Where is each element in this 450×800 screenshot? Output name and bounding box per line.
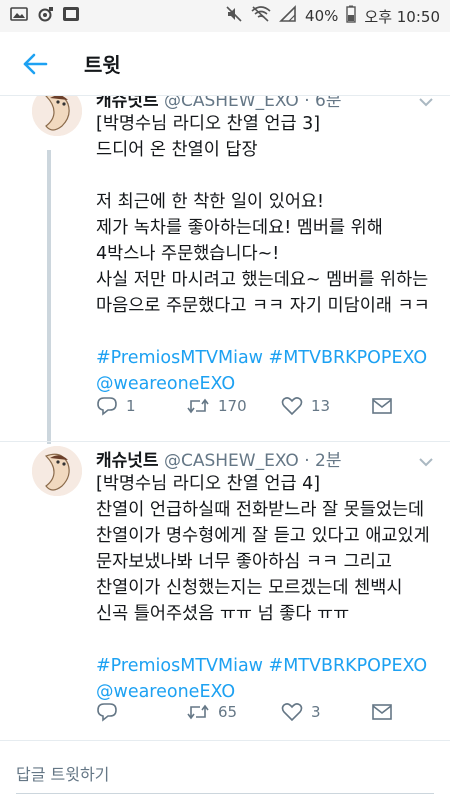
reply-input-underline [16, 793, 434, 794]
reply-button[interactable]: 1 [96, 396, 186, 416]
retweet-button[interactable]: 170 [186, 396, 281, 416]
reply-icon [97, 703, 117, 722]
tweet-line: [박명수님 라디오 찬열 언급 3] [96, 114, 321, 134]
app-icon [62, 6, 80, 26]
tweet-line: 신곡 틀어주셨음 ㅠㅠ 넘 좋다 ㅠㅠ [96, 604, 350, 624]
like-count: 13 [311, 397, 331, 415]
chevron-down-icon [419, 458, 433, 467]
tweet-line: 제가 녹차를 좋아하는데요! 멤버를 위해 [96, 218, 383, 238]
avatar[interactable] [32, 96, 82, 136]
tweet-header: 캐슈넛트 @CASHEW_EXO · 6분 [96, 96, 430, 111]
hashtag-link[interactable]: #PremiosMTVMiaw #MTVBRKPOPEXO [96, 345, 430, 371]
author-name[interactable]: 캐슈넛트 [96, 96, 159, 111]
heart-icon [281, 703, 303, 722]
tweet-text: [박명수님 라디오 찬열 언급 3] 드디어 온 찬열이 답장 저 최근에 한 … [96, 111, 430, 397]
chevron-down-icon [419, 98, 433, 107]
reply-button[interactable] [96, 702, 186, 722]
retweet-icon [187, 704, 209, 720]
tweet-line: 드디어 온 찬열이 답장 [96, 140, 258, 160]
tweet-2[interactable]: 캐슈넛트 @CASHEW_EXO · 2분 [박명수님 라디오 찬열 언급 4]… [0, 446, 450, 736]
battery-icon [346, 5, 357, 27]
reply-composer: 답글 트윗하기 [0, 740, 450, 800]
camera-icon [36, 6, 54, 26]
tweet-body: 캐슈넛트 @CASHEW_EXO · 6분 [박명수님 라디오 찬열 언급 3]… [96, 96, 430, 397]
mail-icon [372, 398, 392, 414]
tweet-line [96, 163, 430, 189]
tweet-line: 저 최근에 한 착한 일이 있어요! [96, 192, 325, 212]
thread-line [47, 150, 51, 444]
tweet-menu-button[interactable] [418, 96, 434, 110]
separator-dot: · [304, 96, 310, 111]
app-bar: 트윗 [0, 32, 450, 96]
tweet-text: [박명수님 라디오 찬열 언급 4] 찬열이 언급하실때 전화받느라 잘 못들었… [96, 471, 430, 705]
status-bar-left [10, 6, 80, 26]
tweet-spacer [96, 319, 430, 345]
wifi-off-icon [251, 5, 271, 27]
signal-icon [279, 5, 297, 27]
tweet-menu-button[interactable] [418, 454, 434, 470]
heart-icon [281, 397, 303, 416]
tweet-spacer [96, 627, 430, 653]
battery-percent: 40% [305, 7, 339, 25]
like-button[interactable]: 3 [281, 702, 371, 722]
author-name[interactable]: 캐슈넛트 [96, 451, 159, 471]
avatar[interactable] [32, 446, 82, 496]
tweet-time: 6분 [315, 96, 342, 111]
tweet-feed[interactable]: 캐슈넛트 @CASHEW_EXO · 6분 [박명수님 라디오 찬열 언급 3]… [0, 96, 450, 740]
tweet-line: 사실 저만 마시려고 했는데요~ 멤버를 위하는 [96, 270, 429, 290]
cashew-avatar-icon [32, 96, 82, 136]
tweet-line: 4박스나 주문했습니다~! [96, 244, 280, 264]
tweet-1[interactable]: 캐슈넛트 @CASHEW_EXO · 6분 [박명수님 라디오 찬열 언급 3]… [0, 96, 450, 444]
mute-icon [225, 5, 243, 27]
clock: 오후 10:50 [364, 7, 440, 26]
gallery-icon [10, 6, 28, 26]
page-title: 트윗 [84, 53, 121, 77]
status-bar: 40% 오후 10:50 [0, 0, 450, 32]
tweet-divider [0, 441, 450, 442]
tweet-actions: 1 170 13 [96, 394, 422, 418]
message-button[interactable] [371, 703, 393, 721]
retweet-count: 65 [218, 703, 238, 721]
retweet-icon [187, 398, 209, 414]
status-bar-right: 40% 오후 10:50 [225, 5, 440, 27]
tweet-line: 문자보냈나봐 너무 좋아하심 ㅋㅋ 그리고 [96, 552, 392, 572]
like-button[interactable]: 13 [281, 396, 371, 416]
arrow-left-icon [23, 53, 48, 74]
cashew-avatar-icon [32, 446, 82, 496]
tweet-actions: 65 3 [96, 700, 422, 724]
tweet-line: 찬열이가 명수형에게 잘 듣고 있다고 애교있게 [96, 526, 430, 546]
reply-icon [97, 397, 117, 416]
retweet-count: 170 [218, 397, 247, 415]
author-handle[interactable]: @CASHEW_EXO [164, 451, 299, 471]
mail-icon [372, 704, 392, 720]
reply-count: 1 [126, 397, 136, 415]
hashtag-link[interactable]: #PremiosMTVMiaw #MTVBRKPOPEXO [96, 653, 430, 679]
reply-input[interactable]: 답글 트윗하기 [16, 761, 109, 785]
tweet-line: 찬열이가 신청했는지는 모르겠는데 첸백시 [96, 578, 403, 598]
tweet-body: 캐슈넛트 @CASHEW_EXO · 2분 [박명수님 라디오 찬열 언급 4]… [96, 446, 430, 705]
separator-dot: · [304, 451, 310, 471]
tweet-time: 2분 [315, 451, 342, 471]
tweet-header: 캐슈넛트 @CASHEW_EXO · 2분 [96, 446, 430, 471]
back-button[interactable] [0, 32, 70, 96]
like-count: 3 [311, 703, 321, 721]
retweet-button[interactable]: 65 [186, 702, 281, 722]
author-handle[interactable]: @CASHEW_EXO [164, 96, 299, 111]
tweet-line: 마음으로 주문했다고 ㅋㅋ 자기 미담이래 ㅋㅋ [96, 296, 430, 316]
tweet-line: [박명수님 라디오 찬열 언급 4] [96, 474, 321, 494]
message-button[interactable] [371, 397, 393, 415]
tweet-line: 찬열이 언급하실때 전화받느라 잘 못들었는데 [96, 500, 425, 520]
